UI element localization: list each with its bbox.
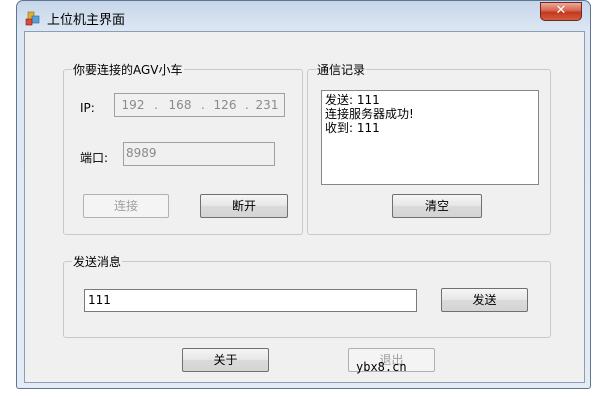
clear-button[interactable]: 清空 <box>392 194 482 218</box>
ip-dot-2: . <box>201 98 205 112</box>
close-icon: ✕ <box>555 3 567 18</box>
send-button[interactable]: 发送 <box>441 288 528 312</box>
agv-group-label: 你要连接的AGV小车 <box>72 61 184 78</box>
agv-group: 你要连接的AGV小车 IP: 192 . 168 . 126 . 231 端口:… <box>63 61 303 235</box>
main-window: 上位机主界面 ✕ 你要连接的AGV小车 IP: 192 . 168 . 126 … <box>16 0 591 389</box>
about-button[interactable]: 关于 <box>182 348 269 372</box>
connect-button[interactable]: 连接 <box>83 194 169 218</box>
title-bar[interactable]: 上位机主界面 ✕ <box>17 1 590 31</box>
close-button[interactable]: ✕ <box>540 2 582 21</box>
log-line: 发送: 111 <box>325 93 380 107</box>
port-field[interactable]: 8989 <box>123 142 275 166</box>
message-input[interactable]: 111 <box>84 289 417 312</box>
log-line: 收到: 111 <box>325 121 380 135</box>
window-title: 上位机主界面 <box>47 13 126 28</box>
comm-log-group: 通信记录 发送: 111 连接服务器成功! 收到: 111 清空 <box>307 61 551 235</box>
ip-octet-4: 231 <box>255 98 279 112</box>
ip-octet-3: 126 <box>213 98 237 112</box>
client-area: 你要连接的AGV小车 IP: 192 . 168 . 126 . 231 端口:… <box>24 31 585 383</box>
disconnect-button[interactable]: 断开 <box>200 194 288 218</box>
ip-address-field[interactable]: 192 . 168 . 126 . 231 <box>114 93 285 117</box>
port-label: 端口: <box>80 151 109 165</box>
comm-log-textarea[interactable]: 发送: 111 连接服务器成功! 收到: 111 <box>321 90 539 185</box>
ip-dot-1: . <box>154 98 158 112</box>
ip-dot-3: . <box>245 98 249 112</box>
watermark-text: ybx8.cn <box>356 360 407 374</box>
ip-octet-2: 168 <box>168 98 192 112</box>
comm-log-group-label: 通信记录 <box>316 61 367 78</box>
ip-octet-1: 192 <box>121 98 145 112</box>
log-line: 连接服务器成功! <box>325 107 414 121</box>
app-icon <box>25 11 40 26</box>
ip-label: IP: <box>80 101 95 115</box>
send-message-group-label: 发送消息 <box>72 253 123 270</box>
